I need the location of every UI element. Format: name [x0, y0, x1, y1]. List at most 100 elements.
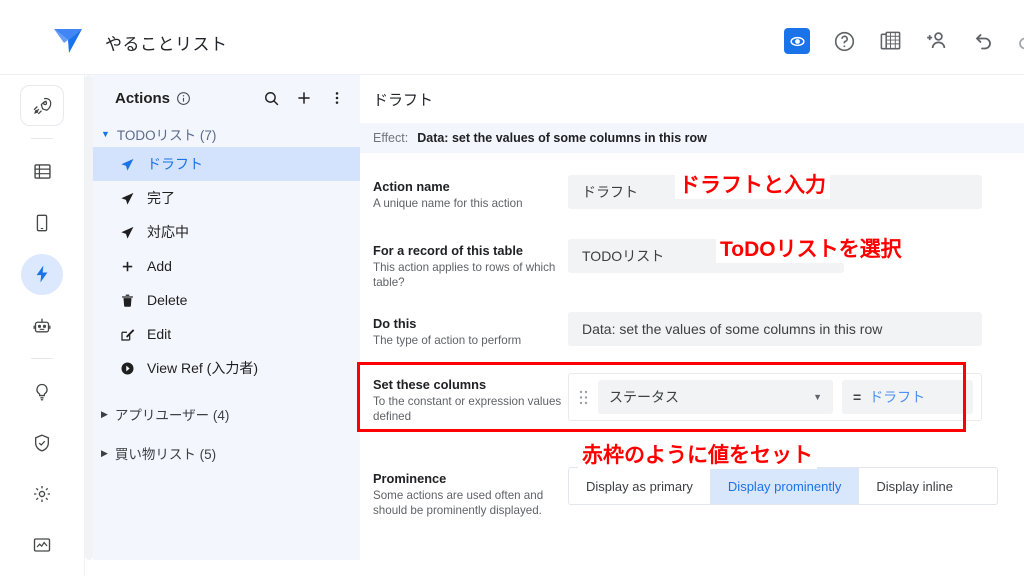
for-table-label-block: For a record of this table This action a…	[373, 239, 568, 290]
row-do-this: Do this The type of action to perform Da…	[360, 312, 1024, 348]
column-value-text: ドラフト	[869, 389, 926, 405]
sidebar-scrollbar[interactable]	[85, 75, 93, 560]
sidebar-item-label: Delete	[147, 292, 188, 308]
rail-item-rocket[interactable]	[20, 85, 64, 127]
rail-item-settings[interactable]	[20, 474, 64, 515]
set-columns-entry: ステータス ▼ = ドラフト	[568, 373, 982, 421]
prominence-option-inline[interactable]: Display inline	[859, 468, 970, 504]
rail-item-automation[interactable]	[21, 253, 63, 295]
set-columns-sublabel: To the constant or expression values def…	[373, 395, 562, 423]
effect-label: Effect:	[373, 131, 409, 145]
sidebar-item-label: Add	[147, 258, 172, 274]
action-detail-panel: ドラフト Effect: Data: set the values of som…	[360, 75, 1024, 576]
preview-eye-icon[interactable]	[784, 28, 810, 54]
tables-icon[interactable]	[878, 29, 902, 53]
actions-sidebar: Actions ▼ TODOリスト (7) ドラフト 完了 対応中 Add De…	[93, 75, 360, 560]
row-for-table: For a record of this table This action a…	[360, 239, 1024, 290]
send-icon	[119, 156, 136, 173]
for-table-value: TODOリスト	[582, 248, 665, 264]
sidebar-header-actions	[262, 89, 346, 107]
add-user-icon[interactable]	[924, 29, 948, 53]
search-icon[interactable]	[262, 89, 280, 107]
left-icon-rail	[0, 75, 85, 576]
help-icon[interactable]	[832, 29, 856, 53]
page-title: ドラフト	[373, 92, 434, 109]
appsheet-logo-icon[interactable]	[52, 27, 84, 55]
plus-icon	[119, 258, 136, 275]
top-bar-icon-group	[784, 28, 1024, 54]
action-name-label-block: Action name A unique name for this actio…	[373, 175, 568, 211]
effect-value: Data: set the values of some columns in …	[417, 131, 707, 145]
annotation-for-table: ToDOリストを選択	[716, 236, 906, 263]
send-icon	[119, 224, 136, 241]
sidebar-group-label: TODOリスト (7)	[116, 128, 217, 143]
info-icon[interactable]	[176, 91, 191, 106]
set-columns-label: Set these columns	[373, 377, 487, 392]
rail-divider-top	[31, 138, 53, 140]
redo-icon[interactable]	[1016, 29, 1024, 53]
arrow-circle-icon	[119, 360, 136, 377]
prominence-label-block: Prominence Some actions are used often a…	[373, 467, 568, 518]
sidebar-item-label: 完了	[147, 190, 175, 206]
column-select-value: ステータス	[609, 389, 679, 405]
rail-divider-bottom	[31, 358, 53, 360]
appsheet-editor-window: やることリスト Actions ▼ TODOリスト (7) ドラフト 完了 対応…	[0, 0, 1024, 576]
sidebar-item-label: Edit	[147, 326, 172, 342]
row-prominence: Prominence Some actions are used often a…	[360, 467, 1024, 518]
rail-item-data[interactable]	[20, 151, 64, 192]
sidebar-item-view-ref[interactable]: View Ref (入力者)	[93, 351, 360, 385]
sidebar-item-inprogress[interactable]: 対応中	[93, 215, 360, 249]
sidebar-group-appusers[interactable]: ▶ アプリユーザー (4)	[93, 401, 360, 427]
chevron-right-icon: ▶	[101, 447, 108, 458]
chevron-down-icon: ▼	[813, 392, 822, 402]
sidebar-item-delete[interactable]: Delete	[93, 283, 360, 317]
sidebar-item-label: View Ref (入力者)	[147, 360, 258, 376]
plus-icon[interactable]	[295, 89, 313, 107]
annotation-action-name: ドラフトと入力	[675, 172, 830, 199]
app-title: やることリスト	[105, 35, 228, 54]
prominence-sublabel: Some actions are used often and should b…	[373, 489, 544, 517]
sidebar-group-label: アプリユーザー (4)	[114, 408, 230, 423]
row-set-columns: Set these columns To the constant or exp…	[360, 373, 1024, 424]
undo-icon[interactable]	[970, 29, 994, 53]
rail-item-intelligence[interactable]	[20, 305, 64, 346]
drag-handle-icon[interactable]	[577, 390, 589, 405]
action-name-sublabel: A unique name for this action	[373, 197, 523, 210]
prominence-label: Prominence	[373, 471, 447, 486]
trash-icon	[119, 292, 136, 309]
do-this-label: Do this	[373, 316, 417, 331]
sidebar-item-draft[interactable]: ドラフト	[93, 147, 360, 181]
top-bar: やることリスト	[0, 0, 1024, 75]
more-vertical-icon[interactable]	[328, 89, 346, 107]
action-name-label: Action name	[373, 179, 450, 194]
annotation-set-columns: 赤枠のように値をセット	[578, 442, 817, 469]
sidebar-group-label: 買い物リスト (5)	[114, 447, 217, 462]
sidebar-item-edit[interactable]: Edit	[93, 317, 360, 351]
column-select[interactable]: ステータス ▼	[598, 380, 833, 414]
do-this-label-block: Do this The type of action to perform	[373, 312, 568, 348]
do-this-sublabel: The type of action to perform	[373, 334, 522, 347]
column-value-input[interactable]: = ドラフト	[842, 380, 973, 414]
for-table-label: For a record of this table	[373, 243, 524, 258]
sidebar-group-todo[interactable]: ▼ TODOリスト (7)	[93, 121, 360, 147]
sidebar-header: Actions	[93, 75, 360, 121]
sidebar-title: Actions	[115, 89, 171, 107]
sidebar-group-shopping[interactable]: ▶ 買い物リスト (5)	[93, 440, 360, 466]
equals-sign: =	[853, 389, 862, 405]
chevron-right-icon: ▶	[101, 408, 108, 419]
prominence-option-primary[interactable]: Display as primary	[569, 468, 711, 504]
sidebar-item-label: 対応中	[147, 224, 189, 240]
sidebar-item-complete[interactable]: 完了	[93, 181, 360, 215]
prominence-segmented-control: Display as primary Display prominently D…	[568, 467, 998, 505]
do-this-select[interactable]: Data: set the values of some columns in …	[568, 312, 982, 346]
rail-item-security[interactable]	[20, 422, 64, 463]
for-table-sublabel: This action applies to rows of which tab…	[373, 261, 556, 289]
rail-item-monitor[interactable]	[20, 525, 64, 566]
sidebar-item-add[interactable]: Add	[93, 249, 360, 283]
rail-item-app[interactable]	[20, 202, 64, 243]
effect-bar: Effect: Data: set the values of some col…	[360, 123, 1024, 153]
rail-item-ideas[interactable]	[20, 371, 64, 412]
prominence-option-prominently[interactable]: Display prominently	[710, 468, 860, 504]
set-columns-label-block: Set these columns To the constant or exp…	[373, 373, 568, 424]
chevron-down-icon: ▼	[101, 128, 110, 139]
